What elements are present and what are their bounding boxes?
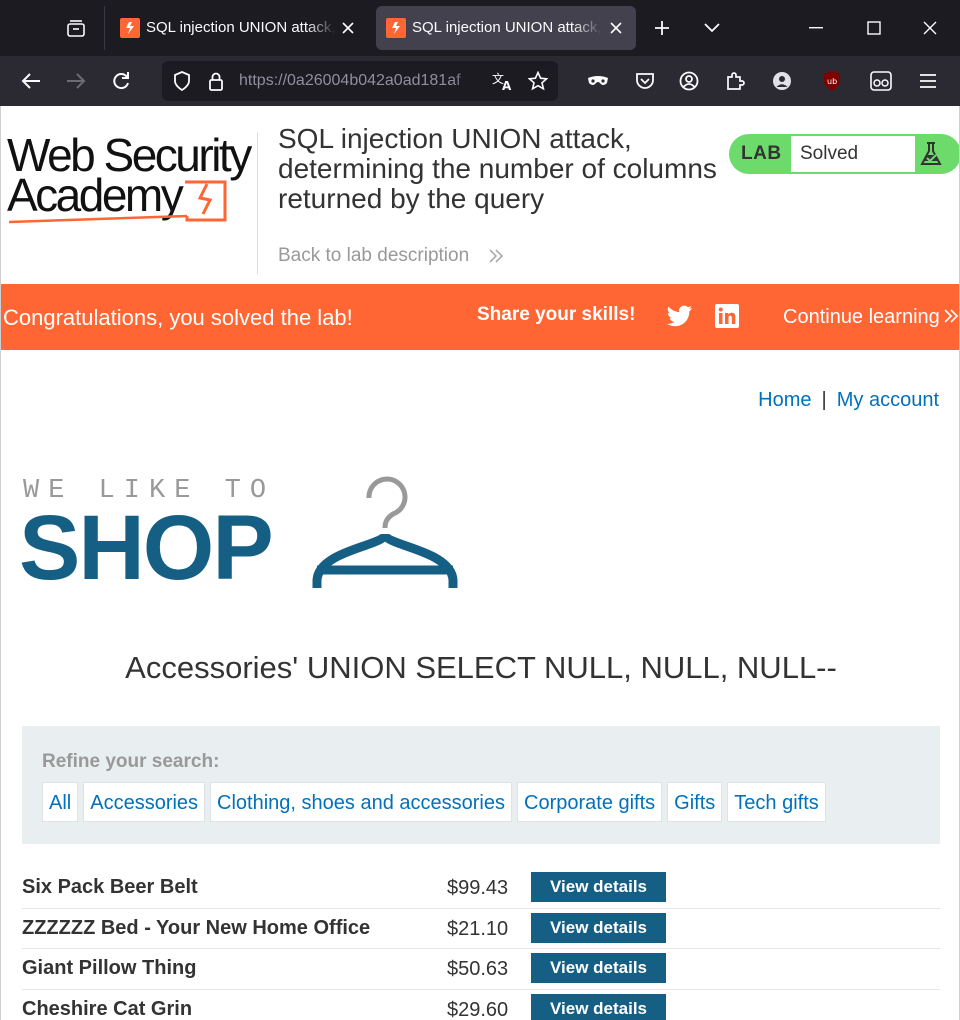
double-chevron-right-icon [944,309,959,323]
category-filters: All Accessories Clothing, shoes and acce… [42,782,826,822]
congratulations-banner: Congratulations, you solved the lab! Sha… [1,284,959,350]
product-name: Six Pack Beer Belt [22,876,198,898]
mask-icon[interactable] [582,65,614,97]
filter-all[interactable]: All [42,782,79,822]
nav-separator: | [821,389,827,411]
filter-tech-gifts[interactable]: Tech gifts [727,782,826,822]
header-divider [257,132,258,274]
product-table: Six Pack Beer Belt $99.43 View details Z… [22,868,940,1020]
lab-status: Solved [791,136,915,172]
view-details-button[interactable]: View details [531,953,666,983]
product-price: $29.60 [447,998,509,1020]
share-skills-label: Share your skills! [477,304,636,325]
lab-title: SQL injection UNION attack, determining … [278,123,717,214]
translate-icon[interactable]: 文A [487,65,519,97]
tabs-dropdown-icon[interactable] [696,12,728,44]
ublock-icon[interactable]: ub [816,65,848,97]
view-details-button[interactable]: View details [531,872,666,902]
top-navigation: Home | My account [758,389,939,412]
web-security-academy-logo[interactable]: Web Security Academy [7,132,257,224]
pocket-icon[interactable] [629,65,661,97]
new-tab-icon[interactable] [646,12,678,44]
flask-icon [920,142,942,165]
double-chevron-right-icon [489,249,504,263]
table-row: Six Pack Beer Belt $99.43 View details [22,868,940,909]
table-row: ZZZZZZ Bed - Your New Home Office $21.10… [22,909,940,949]
shop-wordmark: SHOP [19,497,274,599]
favicon-icon [120,18,140,38]
table-row: Cheshire Cat Grin $29.60 View details [22,990,940,1020]
shield-icon[interactable] [166,65,198,97]
address-bar[interactable]: https://0a26004b042a0ad181af 文A [162,61,558,101]
tab-list-icon[interactable] [58,10,94,46]
svg-text:A: A [502,79,512,91]
lab-label: LAB [741,143,782,164]
back-to-lab-link[interactable]: Back to lab description [278,245,469,267]
product-price: $99.43 [447,877,509,899]
my-account-link[interactable]: My account [837,389,939,411]
hanger-icon [312,476,458,588]
lab-status-badge: LAB Solved [729,134,959,174]
table-row: Giant Pillow Thing $50.63 View details [22,949,940,990]
lock-icon[interactable] [200,65,232,97]
extensions-icon[interactable] [719,65,751,97]
favicon-icon [386,18,406,38]
maximize-icon[interactable] [858,12,890,44]
minimize-icon[interactable] [800,12,832,44]
close-window-icon[interactable] [914,12,946,44]
browser-tab-2[interactable]: SQL injection UNION attack, determining … [376,6,636,50]
product-name: Giant Pillow Thing [22,957,197,979]
tab-separator [104,6,105,50]
reload-icon[interactable] [105,65,137,97]
filter-corporate-gifts[interactable]: Corporate gifts [517,782,663,822]
filter-accessories[interactable]: Accessories [83,782,206,822]
forward-icon[interactable] [60,65,92,97]
tab-bar: SQL injection UNION attack, determining … [0,0,960,56]
refine-label: Refine your search: [42,751,220,772]
star-icon[interactable] [522,65,554,97]
back-icon[interactable] [15,65,47,97]
linkedin-icon[interactable] [715,304,739,328]
banner-message: Congratulations, you solved the lab! [3,305,353,330]
view-details-button[interactable]: View details [531,912,666,943]
twitter-icon[interactable] [667,304,693,328]
logo-bolt-icon [8,180,227,224]
svg-text:ub: ub [827,77,837,86]
close-tab-icon[interactable] [338,18,358,38]
product-price: $21.10 [447,917,509,940]
product-name: Cheshire Cat Grin [22,997,193,1020]
page-content: Web Security Academy SQL injection UNION… [0,106,960,1020]
account-icon[interactable] [673,65,705,97]
close-tab-icon[interactable] [606,18,626,38]
product-price: $50.63 [447,958,509,980]
filter-clothing[interactable]: Clothing, shoes and accessories [210,782,512,822]
shop-logo: WE LIKE TO SHOP [19,476,461,599]
filter-gifts[interactable]: Gifts [667,782,723,822]
category-title: Accessories' UNION SELECT NULL, NULL, NU… [125,650,837,685]
refine-search-panel: Refine your search: All Accessories Clot… [22,726,940,844]
browser-tab-1[interactable]: SQL injection UNION attack, determining … [110,6,368,50]
continue-learning-link[interactable]: Continue learning [783,306,940,329]
reader-icon[interactable] [865,65,897,97]
view-details-button[interactable]: View details [531,993,666,1020]
navigation-toolbar: https://0a26004b042a0ad181af 文A ub [0,56,960,106]
home-link[interactable]: Home [758,389,811,411]
menu-icon[interactable] [912,65,944,97]
product-name: ZZZZZZ Bed - Your New Home Office [22,916,371,939]
profile-icon[interactable] [766,65,798,97]
url-text: https://0a26004b042a0ad181af [239,72,461,89]
